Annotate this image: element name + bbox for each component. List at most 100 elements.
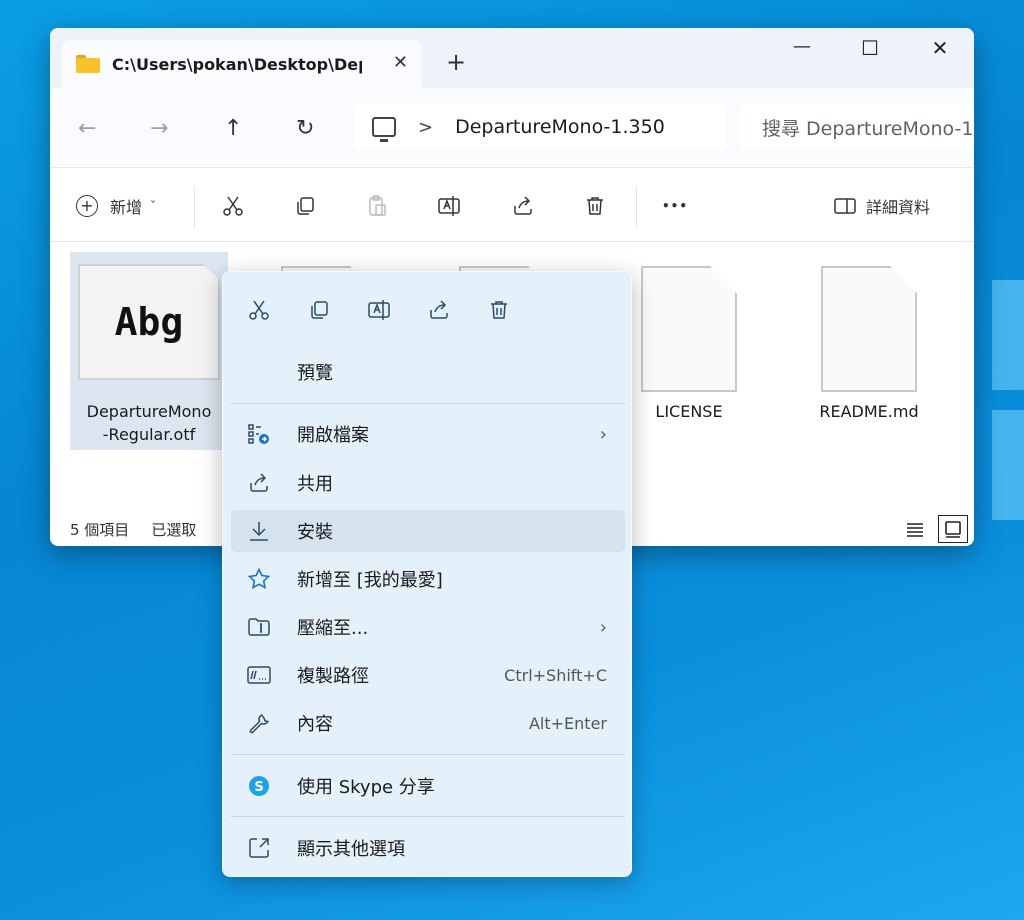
share-icon bbox=[243, 471, 275, 495]
file-name: DepartureMono -Regular.otf bbox=[70, 400, 228, 446]
menu-item-compress[interactable]: 壓縮至... › bbox=[231, 606, 625, 648]
menu-item-label: 複製路徑 bbox=[297, 666, 369, 687]
details-pane-button[interactable]: 詳細資料 bbox=[832, 193, 930, 219]
close-window-button[interactable]: ✕ bbox=[916, 36, 964, 60]
chevron-right-icon: › bbox=[599, 616, 607, 638]
menu-item-show-more-options[interactable]: 顯示其他選項 bbox=[231, 827, 625, 869]
menu-item-preview[interactable]: 預覽 bbox=[231, 351, 625, 393]
details-view-icon[interactable] bbox=[900, 515, 930, 543]
breadcrumb-current-folder[interactable]: DepartureMono-1.350 bbox=[455, 116, 665, 138]
zip-folder-icon bbox=[243, 615, 275, 639]
address-input[interactable]: > DepartureMono-1.350 bbox=[354, 104, 726, 150]
copy-button[interactable] bbox=[292, 193, 318, 219]
menu-item-label: 預覽 bbox=[297, 363, 333, 384]
menu-item-copy-path[interactable]: 複製路徑 Ctrl+Shift+C bbox=[231, 654, 625, 696]
address-bar-area: ← → ↑ ↻ > DepartureMono-1.350 搜尋 Departu… bbox=[50, 88, 974, 168]
document-icon bbox=[641, 266, 737, 392]
file-item-license[interactable]: LICENSE bbox=[610, 252, 768, 450]
file-item-font[interactable]: Abg DepartureMono -Regular.otf bbox=[70, 252, 228, 450]
install-icon bbox=[243, 519, 275, 543]
large-icons-view-icon[interactable] bbox=[938, 515, 968, 543]
paste-icon bbox=[364, 193, 390, 219]
chevron-right-icon[interactable]: > bbox=[418, 117, 433, 138]
add-icon: + bbox=[76, 195, 98, 217]
font-thumbnail: Abg bbox=[78, 264, 220, 380]
minimize-button[interactable]: — bbox=[778, 36, 826, 57]
delete-icon[interactable] bbox=[485, 296, 513, 324]
maximize-button[interactable]: ☐ bbox=[846, 36, 894, 60]
more-options-icon bbox=[243, 836, 275, 860]
context-quick-actions bbox=[223, 292, 631, 328]
menu-item-open-with[interactable]: 開啟檔案 › bbox=[231, 413, 625, 455]
cut-button[interactable] bbox=[220, 193, 246, 219]
share-button[interactable] bbox=[510, 193, 536, 219]
search-placeholder: 搜尋 DepartureMono-1 bbox=[762, 117, 974, 140]
rename-icon bbox=[436, 193, 462, 219]
font-preview-text: Abg bbox=[114, 300, 184, 344]
delete-button[interactable] bbox=[582, 193, 608, 219]
view-switcher bbox=[900, 515, 968, 543]
rename-button[interactable] bbox=[436, 193, 462, 219]
file-name: README.md bbox=[819, 402, 919, 421]
folder-icon bbox=[76, 55, 100, 73]
this-pc-icon bbox=[372, 117, 396, 142]
add-tab-button[interactable]: + bbox=[446, 48, 466, 76]
item-count: 5 個項目 bbox=[70, 520, 130, 539]
menu-item-install[interactable]: 安裝 bbox=[231, 510, 625, 552]
back-button[interactable]: ← bbox=[78, 116, 96, 141]
menu-divider bbox=[231, 754, 625, 755]
search-input[interactable]: 搜尋 DepartureMono-1 bbox=[740, 104, 974, 150]
share-icon[interactable] bbox=[425, 296, 453, 324]
see-more-button[interactable]: ••• bbox=[662, 193, 688, 219]
menu-item-share[interactable]: 共用 bbox=[231, 462, 625, 504]
menu-item-skype-share[interactable]: S 使用 Skype 分享 bbox=[231, 765, 625, 807]
file-item-readme[interactable]: README.md bbox=[790, 252, 948, 450]
copy-icon[interactable] bbox=[305, 296, 333, 324]
tab-close-icon[interactable]: ✕ bbox=[393, 52, 408, 73]
menu-item-label: 共用 bbox=[297, 474, 333, 495]
paste-button[interactable] bbox=[364, 193, 390, 219]
up-button[interactable]: ↑ bbox=[224, 116, 242, 141]
menu-item-label: 安裝 bbox=[297, 522, 333, 543]
file-name-line-2: -Regular.otf bbox=[102, 425, 196, 444]
chevron-down-icon: ˅ bbox=[150, 199, 157, 213]
new-button[interactable]: + 新增 ˅ bbox=[76, 193, 156, 219]
menu-item-label: 開啟檔案 bbox=[297, 425, 369, 446]
toolbar-divider bbox=[194, 186, 195, 228]
skype-icon: S bbox=[243, 774, 275, 798]
forward-button[interactable]: → bbox=[150, 116, 168, 141]
title-bar: C:\Users\pokan\Desktop\Depa ✕ + — ☐ ✕ bbox=[50, 28, 974, 88]
selection-status: 已選取 bbox=[151, 520, 197, 539]
details-pane-icon bbox=[832, 193, 858, 219]
more-icon: ••• bbox=[662, 199, 689, 213]
details-label: 詳細資料 bbox=[866, 198, 931, 217]
shortcut-text: Ctrl+Shift+C bbox=[504, 665, 607, 685]
menu-item-label: 使用 Skype 分享 bbox=[297, 777, 435, 798]
menu-item-label: 顯示其他選項 bbox=[297, 839, 405, 860]
refresh-button[interactable]: ↻ bbox=[296, 116, 314, 141]
file-name: LICENSE bbox=[655, 402, 723, 421]
menu-item-properties[interactable]: 內容 Alt+Enter bbox=[231, 702, 625, 744]
menu-item-label: 壓縮至... bbox=[297, 618, 369, 639]
menu-divider bbox=[231, 816, 625, 817]
rename-icon[interactable] bbox=[365, 296, 393, 324]
tab-current-folder[interactable]: C:\Users\pokan\Desktop\Depa ✕ bbox=[62, 40, 422, 88]
windows-logo bbox=[984, 280, 1024, 540]
chevron-right-icon: › bbox=[599, 423, 607, 445]
open-with-icon bbox=[243, 422, 275, 446]
file-name-line-1: DepartureMono bbox=[86, 402, 212, 421]
tab-title: C:\Users\pokan\Desktop\Depa bbox=[112, 54, 362, 74]
cut-icon[interactable] bbox=[245, 296, 273, 324]
command-bar: + 新增 ˅ ••• 詳細資料 bbox=[50, 168, 974, 242]
menu-item-label: 新增至 [我的最愛] bbox=[297, 570, 443, 591]
menu-item-label: 內容 bbox=[297, 714, 333, 735]
svg-text:S: S bbox=[254, 780, 263, 795]
cut-icon bbox=[220, 193, 246, 219]
context-menu: 預覽 開啟檔案 › 共用 安裝 新增至 [我的最愛] 壓縮至... › 複製路徑… bbox=[222, 271, 632, 877]
toolbar-divider bbox=[636, 186, 637, 228]
delete-icon bbox=[582, 193, 608, 219]
new-label: 新增 bbox=[110, 198, 143, 217]
shortcut-text: Alt+Enter bbox=[528, 713, 607, 733]
menu-item-add-favorites[interactable]: 新增至 [我的最愛] bbox=[231, 558, 625, 600]
wrench-icon bbox=[243, 711, 275, 735]
